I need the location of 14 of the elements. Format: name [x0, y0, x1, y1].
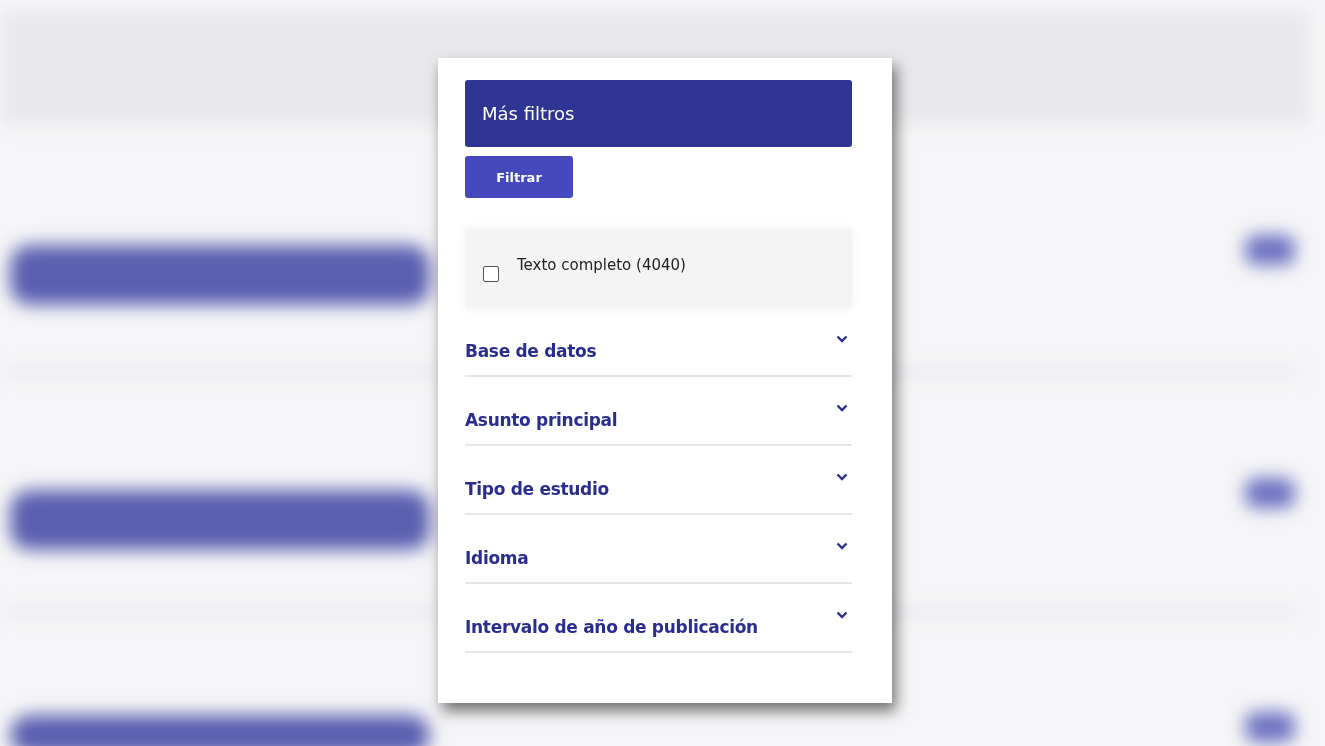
- checkbox[interactable]: [483, 265, 499, 282]
- chevron-icon: [836, 403, 848, 412]
- panel-header: Más filtros: [465, 80, 852, 147]
- chevron-icon: [836, 610, 848, 619]
- checkbox-label: Texto completo (4040): [517, 255, 686, 274]
- chevron-icon: [836, 334, 848, 343]
- accordion-header[interactable]: Intervalo de año de publicación: [465, 584, 852, 653]
- chevron-icon: [836, 472, 848, 481]
- accordion-header[interactable]: Asunto principal: [465, 377, 852, 446]
- accordion-header[interactable]: Idioma: [465, 515, 852, 584]
- filter-button[interactable]: Filtrar: [465, 156, 573, 198]
- accordion-header[interactable]: Tipo de estudio: [465, 446, 852, 515]
- chevron-icon: [836, 541, 848, 550]
- accordion-header[interactable]: Base de datos: [465, 308, 852, 377]
